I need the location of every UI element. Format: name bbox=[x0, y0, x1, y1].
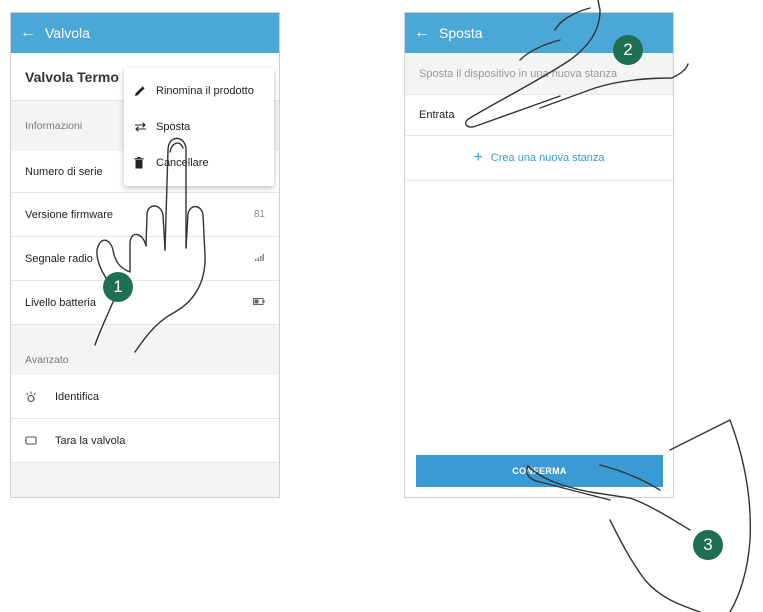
step-badge-3: 3 bbox=[693, 530, 723, 560]
step-badge-2: 2 bbox=[613, 35, 643, 65]
step-badge-1: 1 bbox=[103, 272, 133, 302]
right-top-hand-illustration bbox=[465, 0, 689, 128]
left-hand-illustration bbox=[94, 137, 206, 353]
right-bottom-hand-illustration bbox=[526, 419, 752, 612]
hand-illustrations bbox=[94, 0, 752, 612]
